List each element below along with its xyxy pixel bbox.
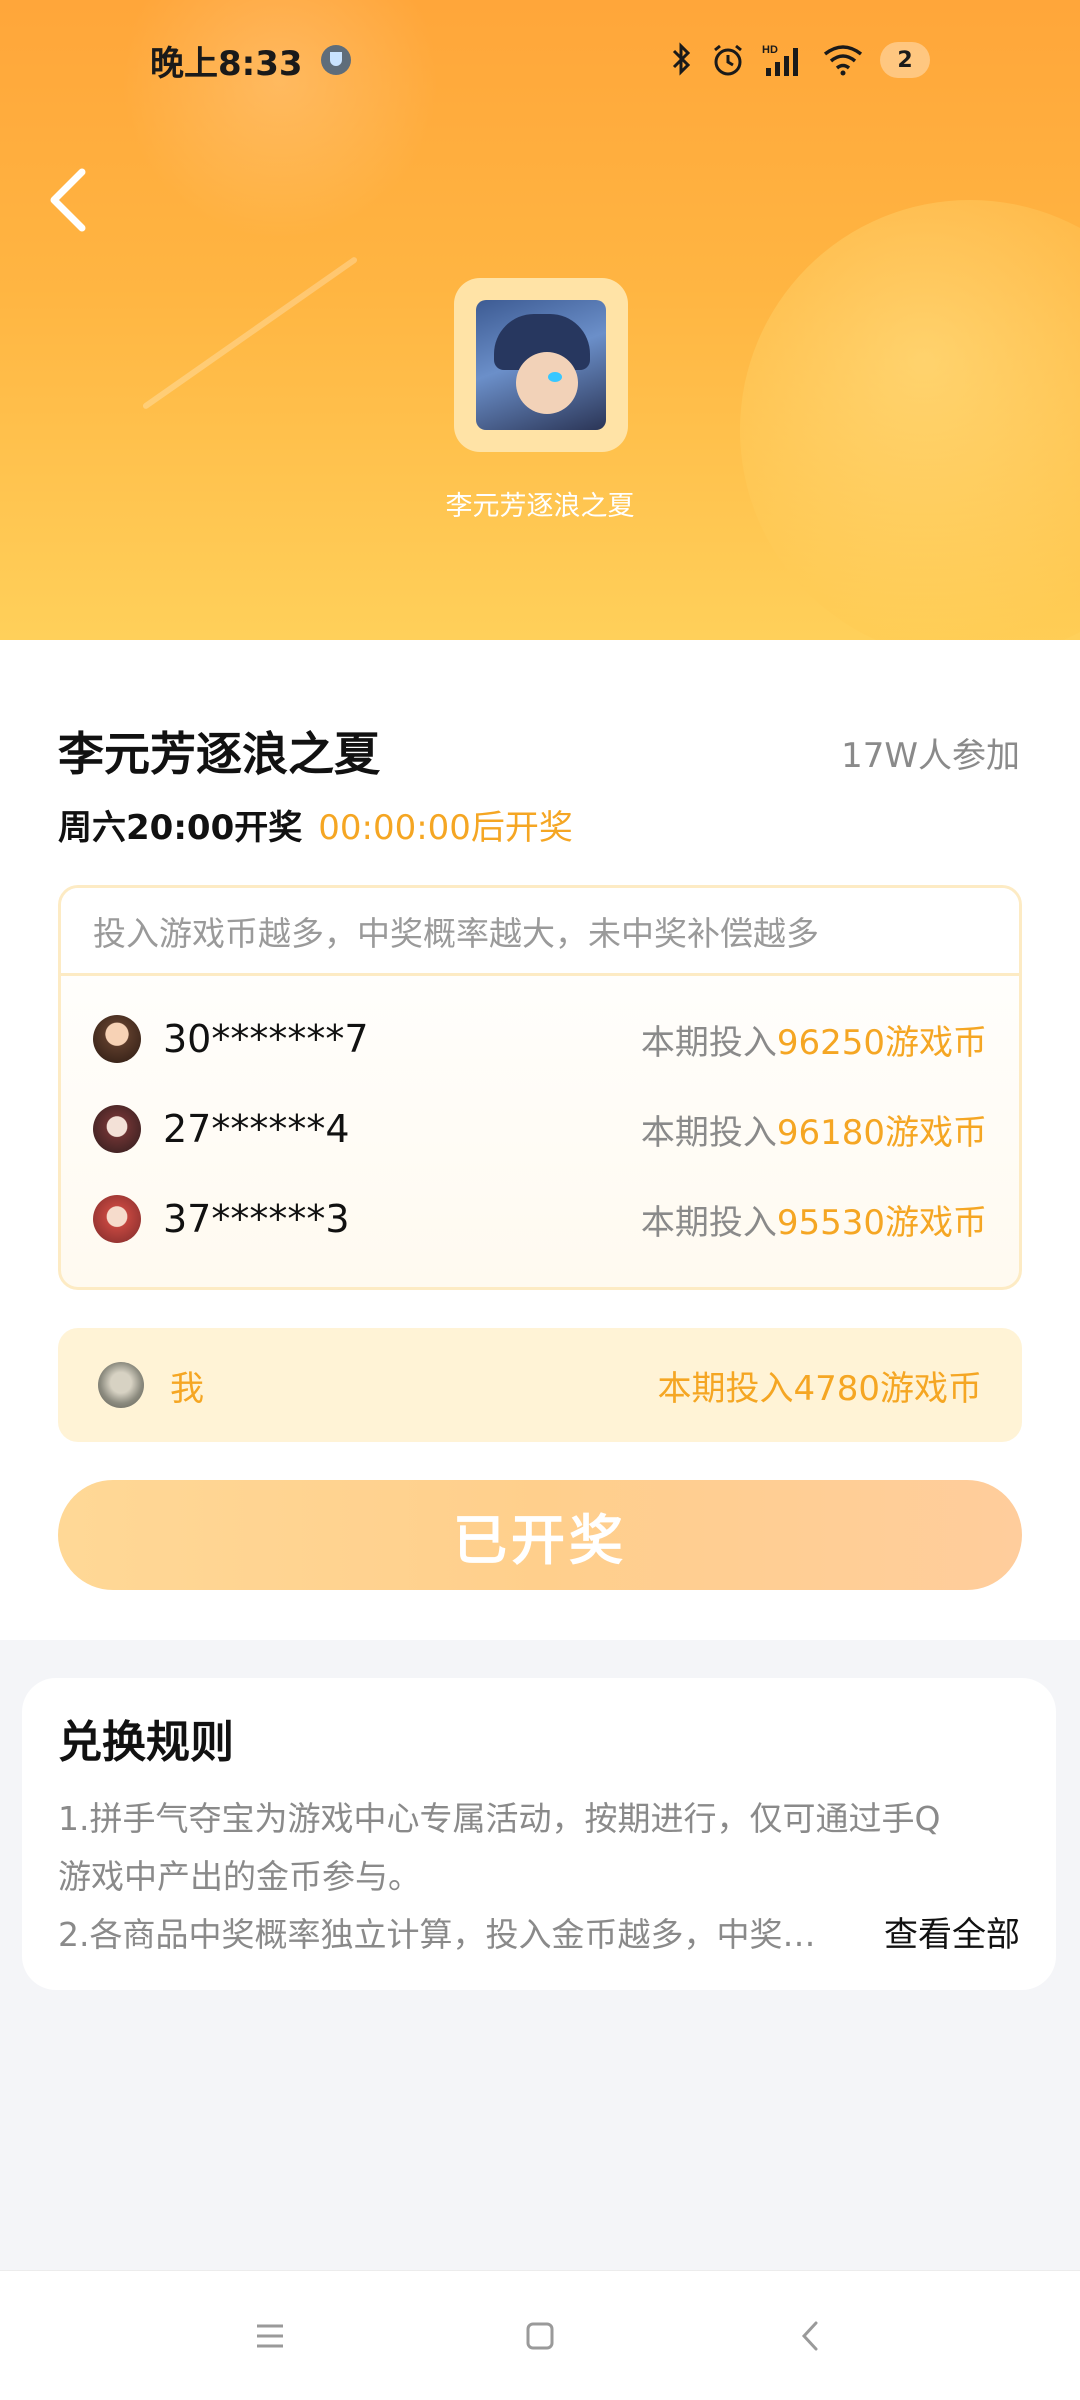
ranking-amount: 本期投入96180游戏币 — [641, 1105, 987, 1154]
network-type-text: HD — [762, 44, 778, 56]
rules-title: 兑换规则 — [58, 1717, 234, 1768]
participant-count: 17W人参加 — [841, 736, 1020, 776]
menu-button[interactable] — [240, 2306, 300, 2366]
home-button[interactable] — [510, 2306, 570, 2366]
menu-icon — [257, 2324, 283, 2347]
chevron-left-icon — [50, 168, 86, 232]
signal-icon: HD — [762, 42, 806, 78]
ranking-row: 27******4 本期投入96180游戏币 — [61, 1084, 1019, 1174]
my-entry-label: 我 — [170, 1368, 204, 1409]
rules-line: 游戏中产出的金币参与。 — [58, 1857, 421, 1896]
wifi-icon — [822, 42, 864, 78]
status-time: 晚上8:33 — [150, 43, 303, 84]
status-time-group: 晚上8:33 — [150, 36, 351, 85]
rules-line: 2.各商品中奖概率独立计算，投入金币越多，中奖概率越大，未中奖补偿越多 查看全部 — [58, 1906, 1020, 1964]
alarm-icon — [710, 42, 746, 78]
decorative-circle — [740, 200, 1080, 640]
battery-indicator: 2 — [880, 42, 930, 78]
ranking-user-name: 30*******7 — [163, 1017, 369, 1061]
rules-line: 1.拼手气夺宝为游戏中心专属活动，按期进行，仅可通过手Q — [58, 1799, 941, 1838]
avatar — [98, 1362, 144, 1408]
avatar — [93, 1015, 141, 1063]
ranking-tip: 投入游戏币越多，中奖概率越大，未中奖补偿越多 — [61, 888, 1019, 976]
ranking-amount-value: 95530游戏币 — [776, 1202, 987, 1243]
ranking-amount-value: 96180游戏币 — [776, 1112, 987, 1153]
status-bar: 晚上8:33 HD 2 — [0, 0, 1080, 120]
system-nav-bar — [0, 2270, 1080, 2400]
hero-game-name: 李元芳逐浪之夏 — [445, 491, 635, 522]
security-shield-icon — [320, 45, 351, 75]
my-entry-amount: 本期投入4780游戏币 — [657, 1368, 982, 1409]
ranking-amount-prefix: 本期投入 — [640, 1202, 777, 1243]
nav-back-button[interactable] — [780, 2306, 840, 2366]
rules-card: 兑换规则 1.拼手气夺宝为游戏中心专属活动，按期进行，仅可通过手Q 游戏中产出的… — [22, 1678, 1056, 1990]
decorative-streak — [141, 255, 359, 411]
rules-text: 1.拼手气夺宝为游戏中心专属活动，按期进行，仅可通过手Q 游戏中产出的金币参与。… — [58, 1790, 1020, 1964]
avatar — [93, 1195, 141, 1243]
game-icon-frame[interactable] — [454, 278, 628, 452]
status-indicators: HD 2 — [670, 42, 930, 78]
event-title: 李元芳逐浪之夏 — [58, 727, 380, 781]
ranking-amount-value: 96250游戏币 — [776, 1022, 987, 1063]
ranking-user-name: 27******4 — [163, 1107, 350, 1151]
ranking-amount: 本期投入95530游戏币 — [641, 1195, 987, 1244]
home-square-icon — [526, 2322, 554, 2349]
back-button[interactable] — [28, 160, 108, 240]
draw-schedule: 周六20:00开奖 00:00:00后开奖 — [58, 800, 573, 849]
bluetooth-icon — [670, 42, 694, 78]
ranking-amount: 本期投入96250游戏币 — [641, 1015, 987, 1064]
ranking-amount-prefix: 本期投入 — [640, 1022, 777, 1063]
ranking-row: 37******3 本期投入95530游戏币 — [61, 1174, 1019, 1264]
draw-result-button[interactable]: 已开奖 — [58, 1480, 1022, 1590]
view-all-link[interactable]: 查看全部 — [884, 1906, 1020, 1964]
rules-line-truncated: 2.各商品中奖概率独立计算，投入金币越多，中奖概率越大，未中奖补偿越多 — [58, 1915, 828, 1954]
back-triangle-icon — [801, 2321, 818, 2350]
ranking-user-name: 37******3 — [163, 1197, 350, 1241]
game-cover-image — [476, 300, 606, 430]
draw-countdown: 00:00:00后开奖 — [318, 808, 573, 848]
my-entry: 我 本期投入4780游戏币 — [58, 1328, 1022, 1442]
avatar — [93, 1105, 141, 1153]
ranking-panel: 投入游戏币越多，中奖概率越大，未中奖补偿越多 30*******7 本期投入96… — [58, 885, 1022, 1290]
ranking-row: 30*******7 本期投入96250游戏币 — [61, 994, 1019, 1084]
ranking-amount-prefix: 本期投入 — [640, 1112, 777, 1153]
draw-time: 周六20:00开奖 — [58, 808, 303, 848]
